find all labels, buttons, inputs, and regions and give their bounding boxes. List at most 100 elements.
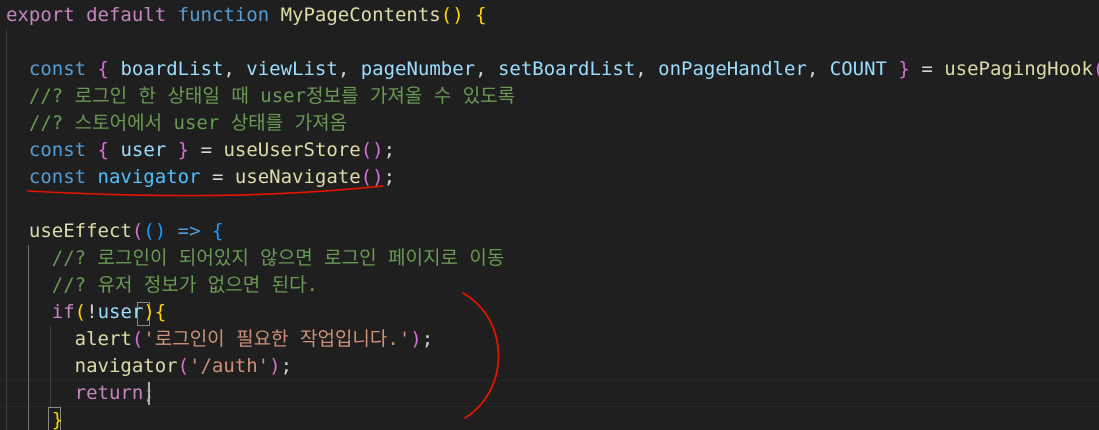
- code-token: (: [131, 220, 144, 242]
- code-token: =>: [177, 220, 201, 242]
- code-token: }: [51, 409, 64, 430]
- code-token: 정보를 가져올 수 있도록: [306, 85, 516, 107]
- code-token: setBoardList: [497, 58, 636, 80]
- code-token: (): [360, 139, 384, 161]
- code-token: return: [74, 382, 144, 404]
- code-line[interactable]: const { boardList, viewList, pageNumber,…: [6, 56, 1099, 83]
- text-cursor: [148, 382, 150, 405]
- code-token: (: [177, 355, 190, 377]
- code-token: (: [74, 301, 87, 323]
- code-token: navigator: [97, 166, 201, 188]
- code-line[interactable]: if(!user){: [6, 299, 166, 326]
- code-line[interactable]: navigator('/auth');: [6, 353, 292, 380]
- code-line[interactable]: const navigator = useNavigate();: [6, 164, 395, 191]
- code-token: {: [154, 301, 167, 323]
- code-line[interactable]: useEffect(() => {: [6, 218, 224, 245]
- code-token: //? 로그인이 되어있지 않으면 로그인 페이지로 이동: [51, 247, 505, 269]
- code-line[interactable]: //? 유저 정보가 없으면 된다.: [6, 272, 318, 299]
- code-token: {: [211, 220, 224, 242]
- code-line[interactable]: }: [6, 407, 63, 430]
- code-token: ,: [806, 58, 830, 80]
- code-editor[interactable]: export default function MyPageContents()…: [0, 0, 1099, 430]
- code-token: user: [97, 301, 144, 323]
- code-token: const: [28, 58, 87, 80]
- code-token: }: [898, 58, 910, 80]
- code-token: function: [177, 4, 270, 26]
- code-token: navigator: [74, 355, 178, 377]
- code-line[interactable]: //? 로그인이 되어있지 않으면 로그인 페이지로 이동: [6, 245, 505, 272]
- code-token: user: [260, 85, 307, 107]
- code-token: usePagingHook: [944, 58, 1093, 80]
- code-token: {: [97, 58, 109, 80]
- code-token: (: [131, 328, 144, 350]
- code-token: ,: [337, 58, 361, 80]
- code-token: default: [86, 4, 167, 26]
- code-token: COUNT: [829, 58, 887, 80]
- code-lines[interactable]: export default function MyPageContents()…: [0, 0, 1099, 430]
- code-token: if: [51, 301, 75, 323]
- code-token: alert: [74, 328, 132, 350]
- code-token: useEffect: [28, 220, 132, 242]
- code-token: (): [440, 4, 464, 26]
- code-line[interactable]: alert('로그인이 필요한 작업입니다.');: [6, 326, 434, 353]
- code-token: boardList: [120, 58, 224, 80]
- code-token: }: [177, 139, 190, 161]
- code-token: onPageHandler: [658, 58, 807, 80]
- code-token: pageNumber: [360, 58, 476, 80]
- code-token: user: [120, 139, 167, 161]
- code-token: (): [143, 220, 167, 242]
- code-token: =: [909, 58, 945, 80]
- code-line[interactable]: return;: [6, 380, 155, 407]
- code-line[interactable]: const { user } = useUserStore();: [6, 137, 395, 164]
- code-token: ;: [383, 139, 396, 161]
- code-line[interactable]: export default function MyPageContents()…: [6, 2, 487, 29]
- code-line[interactable]: //? 스토어에서 user 상태를 가져옴: [6, 110, 347, 137]
- code-token: //? 로그인 한 상태일 때: [28, 85, 261, 107]
- code-token: ): [269, 355, 281, 377]
- code-token: ,: [475, 58, 498, 80]
- code-token: (): [1093, 58, 1099, 80]
- code-token: ;: [280, 355, 293, 377]
- code-token: ,: [635, 58, 659, 80]
- code-token: =: [200, 166, 235, 188]
- code-token: export: [6, 4, 75, 26]
- code-token: //? 스토어에서: [28, 112, 174, 134]
- code-token: useNavigate: [234, 166, 361, 188]
- code-token: //? 유저 정보가 없으면 된다.: [51, 274, 319, 296]
- code-token: ;: [383, 166, 396, 188]
- code-token: '/auth': [189, 355, 270, 377]
- code-token: ;: [421, 328, 434, 350]
- code-token: {: [97, 139, 109, 161]
- code-token: '로그인이 필요한 작업입니다.': [143, 328, 411, 350]
- code-line[interactable]: //? 로그인 한 상태일 때 user정보를 가져올 수 있도록: [6, 83, 515, 110]
- code-token: !: [86, 301, 98, 323]
- code-token: MyPageContents: [280, 4, 441, 26]
- code-token: 상태를 가져옴: [219, 112, 348, 134]
- code-token: (): [360, 166, 384, 188]
